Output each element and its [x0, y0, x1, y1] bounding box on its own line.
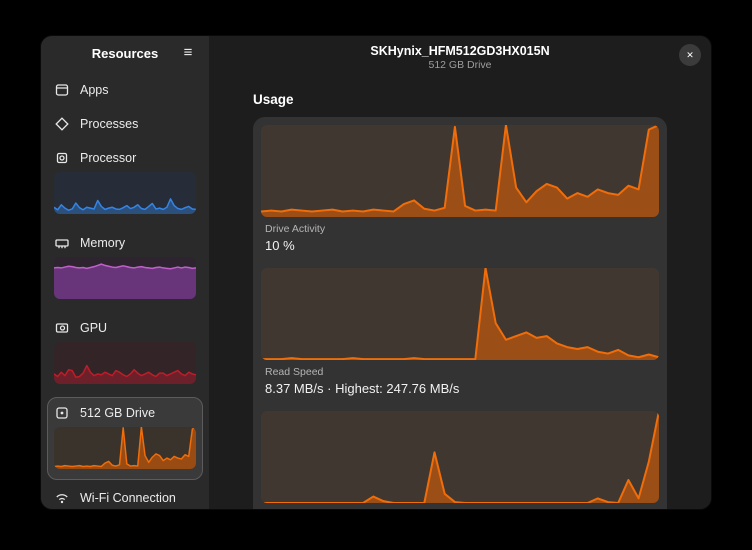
sidebar-item-label: Processes — [80, 117, 138, 131]
close-button[interactable]: ✕ — [679, 44, 701, 66]
section-title: Usage — [253, 92, 667, 107]
read-speed-chart — [261, 268, 659, 360]
sidebar-item-wifi[interactable]: Wi-Fi Connection — [47, 482, 203, 509]
sidebar-item-label: Apps — [80, 83, 109, 97]
drive-icon — [54, 405, 70, 421]
gpu-mini-chart — [54, 342, 196, 384]
cpu-mini-chart — [54, 172, 196, 214]
sidebar-item-apps[interactable]: Apps — [47, 74, 203, 106]
sidebar-item-label: GPU — [80, 321, 107, 335]
processes-icon — [54, 116, 70, 132]
panel-value: 10 % — [265, 238, 655, 253]
drive-subtitle: 512 GB Drive — [428, 59, 491, 71]
hamburger-icon: ≡ — [184, 44, 193, 61]
gpu-icon — [54, 320, 70, 336]
wifi-icon — [54, 490, 70, 506]
read-speed-panel: Read Speed 8.37 MB/s · Highest: 247.76 M… — [261, 268, 659, 405]
drive-activity-panel: Drive Activity 10 % — [261, 125, 659, 262]
sidebar-item-gpu[interactable]: GPU — [47, 312, 203, 395]
drive-mini-chart — [54, 427, 196, 469]
panel-label: Read Speed — [265, 366, 655, 378]
sidebar-item-memory[interactable]: Memory — [47, 227, 203, 310]
panel-label: Drive Activity — [265, 223, 655, 235]
apps-icon — [54, 82, 70, 98]
drive-activity-chart — [261, 125, 659, 217]
close-icon: ✕ — [686, 50, 694, 60]
memory-mini-chart — [54, 257, 196, 299]
main-pane: SKHynix_HFM512GD3HX015N 512 GB Drive ✕ U… — [209, 36, 711, 509]
drive-title: SKHynix_HFM512GD3HX015N — [370, 44, 549, 58]
sidebar-item-label: Wi-Fi Connection — [80, 491, 176, 505]
sidebar-item-processor[interactable]: Processor — [47, 142, 203, 225]
memory-icon — [54, 235, 70, 251]
sidebar-item-label: Memory — [80, 236, 125, 250]
sidebar-item-processes[interactable]: Processes — [47, 108, 203, 140]
sidebar-header: Resources ≡ — [41, 36, 209, 70]
sidebar-item-drive[interactable]: 512 GB Drive — [47, 397, 203, 480]
sidebar: Resources ≡ Apps Processes — [41, 36, 209, 509]
sidebar-item-label: Processor — [80, 151, 136, 165]
sidebar-list: Apps Processes Processor — [41, 70, 209, 509]
app-title: Resources — [92, 46, 158, 61]
processor-icon — [54, 150, 70, 166]
resources-window: Resources ≡ Apps Processes — [40, 35, 712, 510]
usage-card: Drive Activity 10 % Read Speed 8.37 MB/s… — [253, 117, 667, 509]
sidebar-item-label: 512 GB Drive — [80, 406, 155, 420]
usage-content[interactable]: Usage Drive Activity 10 % Read Speed 8.3… — [209, 78, 711, 509]
write-speed-panel: Write Speed 0 B/s · Highest: 88.13 MB/s — [261, 411, 659, 509]
menu-button[interactable]: ≡ — [177, 42, 199, 64]
main-header: SKHynix_HFM512GD3HX015N 512 GB Drive ✕ — [209, 36, 711, 78]
panel-value: 8.37 MB/s · Highest: 247.76 MB/s — [265, 381, 655, 396]
write-speed-chart — [261, 411, 659, 503]
